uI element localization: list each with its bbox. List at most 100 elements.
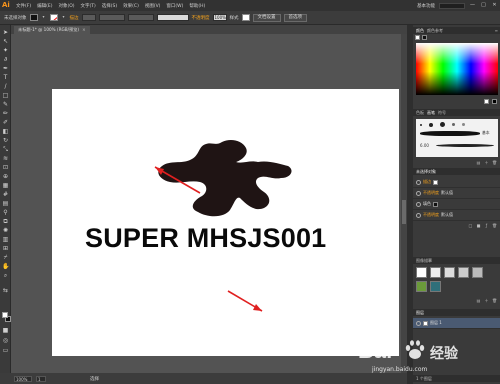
shape-builder-tool-icon[interactable]: ⊕ xyxy=(2,173,9,180)
visibility-eye-icon[interactable] xyxy=(416,179,421,185)
tab-image-trace[interactable]: 图像描摹 xyxy=(416,258,432,264)
gradient-tool-icon[interactable]: ▤ xyxy=(2,200,9,207)
fill-stroke-widget[interactable] xyxy=(2,312,11,322)
canvas-area[interactable]: SUPER MHSJS001 xyxy=(11,34,401,373)
menu-effect[interactable]: 效果(C) xyxy=(120,3,142,9)
menu-help[interactable]: 帮助(H) xyxy=(186,3,208,9)
new-brush-icon[interactable]: ＋ xyxy=(484,160,489,165)
rectangle-tool-icon[interactable]: □ xyxy=(2,92,9,99)
search-input[interactable] xyxy=(439,2,465,9)
appearance-stroke-label[interactable]: 描边 xyxy=(423,179,431,185)
appearance-stroke-swatch[interactable] xyxy=(433,179,438,185)
brush-preset-field[interactable] xyxy=(156,14,189,21)
hand-tool-icon[interactable]: ✋ xyxy=(2,263,9,270)
maximize-button[interactable]: □ xyxy=(480,2,487,9)
add-fill-icon[interactable]: ■ xyxy=(476,223,481,228)
fill-swatch[interactable] xyxy=(2,312,8,318)
style-7[interactable] xyxy=(430,281,441,292)
screen-mode-icon[interactable]: ▭ xyxy=(2,347,9,354)
visibility-eye-icon[interactable] xyxy=(416,212,421,218)
scale-tool-icon[interactable]: ⤡ xyxy=(2,146,9,153)
brush-definition-field[interactable] xyxy=(127,14,154,21)
style-default[interactable] xyxy=(416,267,427,278)
brush-dot-light[interactable] xyxy=(462,123,465,126)
menu-view[interactable]: 视图(V) xyxy=(142,3,164,9)
opacity-link[interactable]: 不透明度 xyxy=(192,15,210,21)
artboard[interactable]: SUPER MHSJS001 xyxy=(52,89,399,356)
black-swatch[interactable] xyxy=(492,99,497,104)
color-spectrum[interactable] xyxy=(416,43,498,95)
style-6[interactable] xyxy=(416,281,427,292)
layer-name[interactable]: 图层 1 xyxy=(430,320,442,326)
basic-brush-stroke[interactable] xyxy=(420,131,480,136)
scrollbar-thumb[interactable] xyxy=(402,200,406,224)
appearance-row-opacity-2[interactable]: 不透明度 默认值 xyxy=(413,210,500,221)
style-4[interactable] xyxy=(458,267,469,278)
tab-color[interactable]: 颜色 xyxy=(416,28,424,34)
stroke-color-swatch[interactable] xyxy=(49,14,58,21)
brush-dot-large[interactable] xyxy=(440,122,445,127)
delete-brush-icon[interactable]: 🗑 xyxy=(492,160,497,165)
stroke-dropdown-icon[interactable]: ▾ xyxy=(61,14,67,21)
column-graph-tool-icon[interactable]: ▥ xyxy=(2,236,9,243)
tab-swatches[interactable]: 色板 xyxy=(416,110,424,116)
slice-tool-icon[interactable]: ⌿ xyxy=(2,254,9,261)
layer-row[interactable]: 图层 1 xyxy=(413,318,500,329)
layer-visibility-eye-icon[interactable] xyxy=(416,320,421,326)
menu-object[interactable]: 对象(O) xyxy=(55,3,77,9)
mesh-tool-icon[interactable]: # xyxy=(2,191,9,198)
opacity-input[interactable]: 100% xyxy=(212,14,227,21)
tab-brushes[interactable]: 画笔 xyxy=(427,110,435,116)
delete-style-icon[interactable]: 🗑 xyxy=(492,298,497,303)
direct-selection-tool-icon[interactable]: ↖ xyxy=(2,38,9,45)
pen-tool-icon[interactable]: ✒ xyxy=(2,65,9,72)
drawing-mode-icon[interactable]: ◎ xyxy=(2,337,9,344)
artboard-nav-field[interactable]: 1 xyxy=(36,375,46,382)
width-tool-icon[interactable]: ≋ xyxy=(2,155,9,162)
perspective-grid-tool-icon[interactable]: ▦ xyxy=(2,182,9,189)
fx-icon[interactable]: ƒ xyxy=(484,223,489,228)
symbol-sprayer-tool-icon[interactable]: ✺ xyxy=(2,227,9,234)
delete-item-icon[interactable]: 🗑 xyxy=(492,223,497,228)
visibility-eye-icon[interactable] xyxy=(416,190,421,196)
appearance-row-opacity-1[interactable]: 不透明度 默认值 xyxy=(413,188,500,199)
styles-library-icon[interactable]: ▤ xyxy=(476,298,481,303)
minimize-button[interactable]: — xyxy=(469,2,476,9)
close-window-button[interactable]: ✕ xyxy=(491,2,498,9)
rotate-tool-icon[interactable]: ↻ xyxy=(2,137,9,144)
eraser-tool-icon[interactable]: ◧ xyxy=(2,128,9,135)
tab-layers[interactable]: 图层 xyxy=(416,310,424,316)
graphic-style-swatch[interactable] xyxy=(241,14,250,21)
brush-library-icon[interactable]: ▤ xyxy=(476,160,481,165)
artboard-tool-icon[interactable]: ⊞ xyxy=(2,245,9,252)
zoom-field[interactable]: 100% xyxy=(14,375,32,382)
free-transform-tool-icon[interactable]: ⊡ xyxy=(2,164,9,171)
color-mode-icon[interactable]: ■ xyxy=(2,327,9,334)
brush-dot-small[interactable] xyxy=(420,123,422,126)
selection-tool-icon[interactable]: ➤ xyxy=(2,29,9,36)
eyedropper-tool-icon[interactable]: ⚲ xyxy=(2,209,9,216)
appearance-opacity-label-2[interactable]: 不透明度 xyxy=(423,212,439,218)
menu-file[interactable]: 文件(F) xyxy=(13,3,34,9)
style-2[interactable] xyxy=(430,267,441,278)
visibility-eye-icon[interactable] xyxy=(416,201,421,207)
appearance-opacity-label[interactable]: 不透明度 xyxy=(423,190,439,196)
preferences-button[interactable]: 首选项 xyxy=(283,13,307,22)
zoom-tool-icon[interactable]: ⌕ xyxy=(2,272,9,279)
document-setup-button[interactable]: 文档设置 xyxy=(252,13,281,22)
tab-symbols[interactable]: 符号 xyxy=(438,110,446,116)
blend-tool-icon[interactable]: ⧉ xyxy=(2,218,9,225)
fill-color-swatch[interactable] xyxy=(29,14,38,21)
menu-edit[interactable]: 编辑(E) xyxy=(34,3,55,9)
pencil-tool-icon[interactable]: ✏ xyxy=(2,110,9,117)
swap-colors-icon[interactable]: ⇆ xyxy=(2,287,9,294)
magic-wand-tool-icon[interactable]: ✦ xyxy=(2,47,9,54)
new-style-icon[interactable]: ＋ xyxy=(484,298,489,303)
appearance-row-fill[interactable]: 填色 xyxy=(413,199,500,210)
panel-menu-icon[interactable]: ≡ xyxy=(495,28,498,33)
workspace-switcher[interactable]: 基本功能 xyxy=(417,3,435,9)
appearance-fill-swatch[interactable] xyxy=(433,201,438,207)
stroke-weight-field[interactable] xyxy=(81,14,96,21)
blob-brush-tool-icon[interactable]: ✐ xyxy=(2,119,9,126)
close-tab-icon[interactable]: × xyxy=(82,27,86,32)
